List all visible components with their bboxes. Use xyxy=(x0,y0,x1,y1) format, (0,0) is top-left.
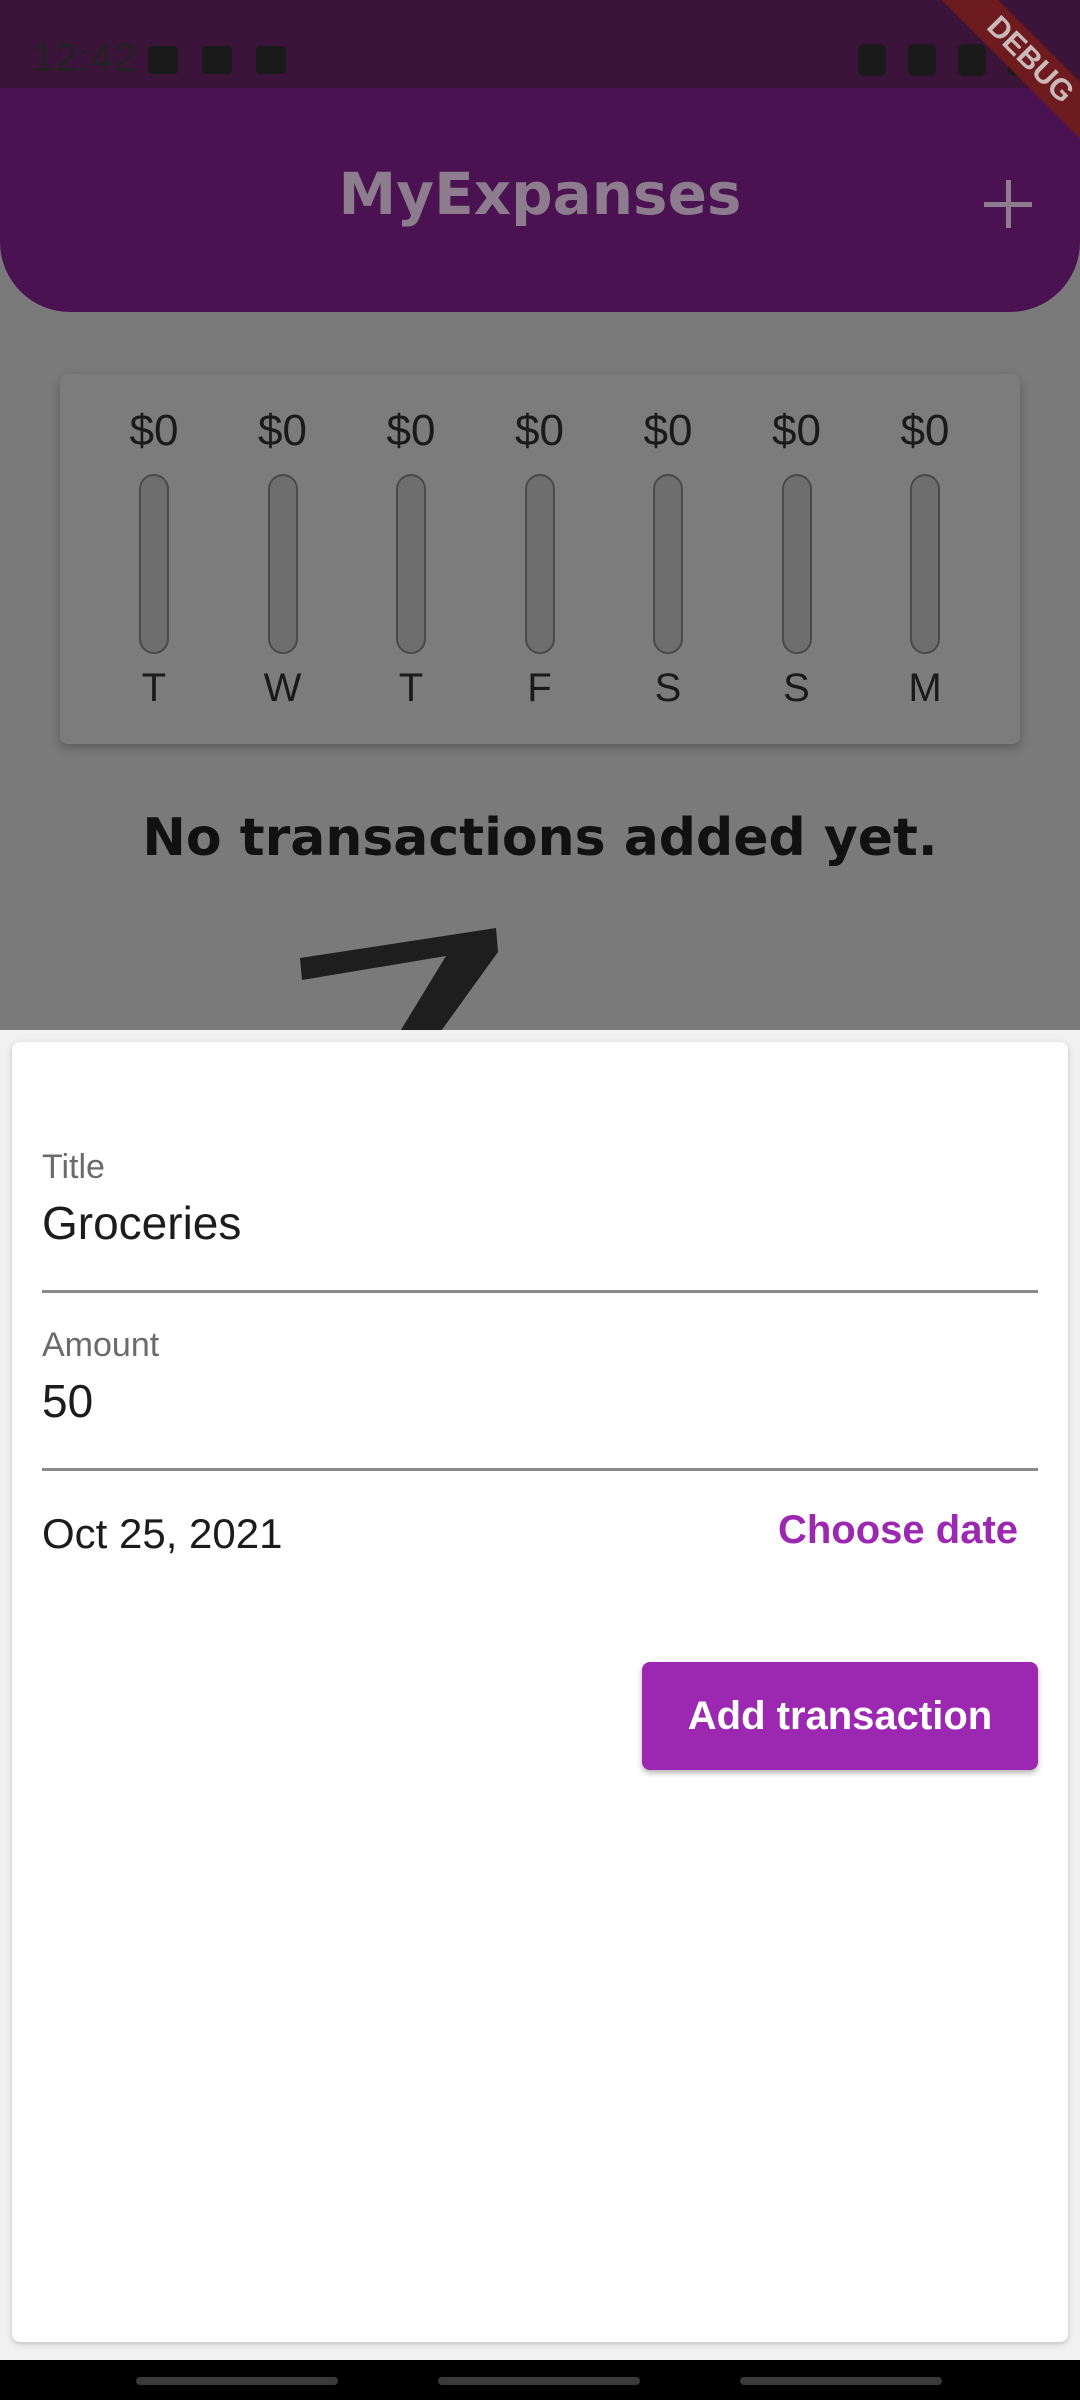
notification-icons xyxy=(148,46,286,74)
weekly-chart-card: $0 T $0 W $0 T $0 F $0 S $0 S $0 M xyxy=(60,374,1020,744)
add-transaction-button[interactable]: Add transaction xyxy=(642,1662,1038,1770)
devices-icon xyxy=(202,46,232,74)
chart-column: $0 T xyxy=(90,374,218,744)
title-field-value[interactable]: Groceries xyxy=(42,1196,241,1250)
chart-day-label: S xyxy=(783,666,810,710)
app-title: MyExpanses xyxy=(338,160,742,228)
title-field[interactable]: Title Groceries xyxy=(42,1128,1038,1293)
chart-day-label: T xyxy=(398,666,424,710)
add-icon[interactable] xyxy=(980,176,1036,232)
chart-amount: $0 xyxy=(900,406,950,455)
empty-state-illustration xyxy=(296,928,506,1038)
title-field-label: Title xyxy=(42,1148,105,1186)
nav-handle-right xyxy=(740,2377,942,2385)
amount-field[interactable]: Amount 50 xyxy=(42,1306,1038,1471)
transaction-form-card: Title Groceries Amount 50 Oct 25, 2021 C… xyxy=(12,1042,1068,2342)
chart-day-label: S xyxy=(654,666,682,710)
navigation-bar xyxy=(0,2360,1080,2400)
chart-column: $0 S xyxy=(604,374,732,744)
vpn-icon xyxy=(858,44,886,76)
choose-date-button[interactable]: Choose date xyxy=(768,1494,1028,1566)
image-icon xyxy=(148,46,178,74)
amount-field-value[interactable]: 50 xyxy=(42,1374,93,1428)
chart-bar xyxy=(653,474,683,654)
empty-state-message: No transactions added yet. xyxy=(142,808,938,868)
chart-column: $0 M xyxy=(861,374,989,744)
chart-amount: $0 xyxy=(258,406,307,455)
chart-bar xyxy=(267,474,298,654)
selected-date: Oct 25, 2021 xyxy=(42,1510,283,1557)
amount-field-label: Amount xyxy=(42,1326,160,1364)
chart-bar xyxy=(524,474,555,654)
chart-bar xyxy=(396,474,426,654)
status-bar: 12:42 xyxy=(0,0,1080,88)
chart-column: $0 T xyxy=(347,374,475,744)
chart-day-label: W xyxy=(263,666,302,710)
chart-column: $0 S xyxy=(733,374,861,744)
empty-illustration-shape xyxy=(300,928,498,1038)
media-icon xyxy=(256,46,286,74)
chart-amount: $0 xyxy=(386,406,436,455)
add-transaction-sheet: Title Groceries Amount 50 Oct 25, 2021 C… xyxy=(0,1030,1080,2360)
chart-amount: $0 xyxy=(515,406,564,455)
chart-column: $0 F xyxy=(476,374,604,744)
chart-bar xyxy=(139,474,169,654)
alarm-icon xyxy=(908,44,936,76)
chart-column: $0 W xyxy=(219,374,347,744)
nav-handle-center[interactable] xyxy=(438,2377,640,2385)
nav-handle-left xyxy=(136,2377,338,2385)
chart-amount: $0 xyxy=(772,406,821,455)
chart-day-label: M xyxy=(908,666,942,710)
signal-icon xyxy=(958,44,986,76)
chart-bar xyxy=(910,474,940,654)
chart-day-label: T xyxy=(141,666,167,710)
chart-bar xyxy=(781,474,812,654)
chart-day-label: F xyxy=(527,666,552,710)
chart-amount: $0 xyxy=(129,406,179,455)
chart-amount: $0 xyxy=(643,406,693,455)
status-time: 12:42 xyxy=(32,36,138,80)
